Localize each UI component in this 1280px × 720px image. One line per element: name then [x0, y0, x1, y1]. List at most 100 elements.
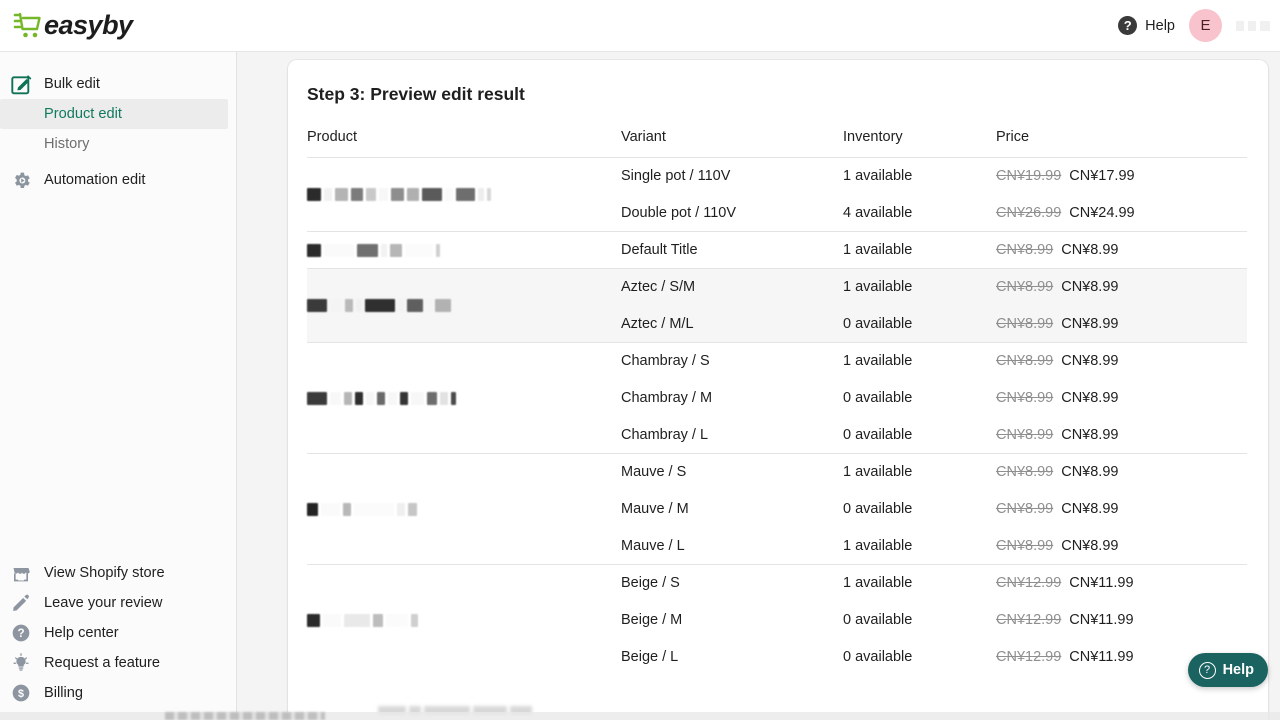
- price-original: CN¥8.99: [996, 279, 1054, 296]
- table-header-row: Product Variant Inventory Price: [307, 129, 1247, 158]
- price-original: CN¥8.99: [996, 464, 1054, 481]
- price-original: CN¥8.99: [996, 537, 1054, 554]
- inventory-cell: 1 available: [843, 231, 996, 269]
- price-original: CN¥12.99: [996, 612, 1062, 628]
- price-cell: CN¥12.99 CN¥11.99: [996, 602, 1247, 639]
- table-row[interactable]: Beige / S1 available CN¥12.99 CN¥11.99: [307, 564, 1247, 676]
- table-row[interactable]: Single pot / 110V 1 available CN¥19.99 CN¥1…: [307, 157, 1247, 232]
- sidebar: Bulk edit Product edit History Automatio…: [0, 52, 237, 720]
- variant-cell: Mauve / M: [621, 501, 689, 517]
- sidebar-item-automation-edit[interactable]: Automation edit: [0, 165, 236, 195]
- inventory-cell: 1 available: [843, 564, 996, 602]
- inventory-cell: 0 available: [843, 390, 913, 406]
- price-updated: CN¥8.99: [1061, 242, 1119, 258]
- column-header-variant: Variant: [621, 129, 666, 145]
- sidebar-item-label: Help center: [44, 625, 119, 641]
- sidebar-item-product-edit[interactable]: Product edit: [0, 99, 228, 129]
- topbar-help-label: Help: [1145, 17, 1175, 34]
- price-cell: CN¥8.99 CN¥8.99: [996, 268, 1247, 306]
- sidebar-item-bulk-edit[interactable]: Bulk edit: [0, 69, 236, 99]
- variant-cell: Mauve / L: [621, 537, 685, 554]
- price-original: CN¥8.99: [996, 390, 1054, 406]
- price-cell: CN¥8.99 CN¥8.99: [996, 342, 1247, 380]
- avatar-initial: E: [1200, 17, 1211, 34]
- inventory-cell: 1 available: [843, 453, 996, 491]
- variant-cell: Beige / L: [621, 649, 679, 665]
- price-cell: CN¥26.99 CN¥24.99: [996, 195, 1247, 232]
- sidebar-item-history[interactable]: History: [0, 129, 236, 159]
- inventory-cell: 1 available: [843, 268, 996, 306]
- topbar-help-button[interactable]: ? Help: [1118, 16, 1175, 35]
- table-header: Product Variant Inventory Price: [307, 129, 1247, 158]
- preview-card: Step 3: Preview edit result Product Vari…: [288, 60, 1268, 720]
- help-widget-label: Help: [1222, 662, 1254, 678]
- preview-table: Product Variant Inventory Price Single p…: [307, 129, 1247, 676]
- variant-cell: Beige / M: [621, 612, 683, 628]
- column-header-product: Product: [307, 129, 357, 145]
- price-original: CN¥8.99: [996, 315, 1054, 332]
- sidebar-item-label: View Shopify store: [44, 565, 165, 581]
- variant-cell: Default Title: [621, 231, 843, 269]
- price-updated: CN¥8.99: [1061, 279, 1119, 296]
- sidebar-item-leave-your-review[interactable]: Leave your review: [0, 588, 237, 618]
- variant-cell: Chambray / L: [621, 426, 709, 443]
- gear-icon: [11, 170, 37, 191]
- price-original: CN¥8.99: [996, 501, 1054, 517]
- redacted-product-name: [307, 502, 621, 516]
- app-root: easyby ? Help E Bulk edit Product edit H…: [0, 0, 1280, 720]
- price-updated: CN¥11.99: [1069, 649, 1134, 665]
- os-taskbar-redacted: [165, 712, 325, 720]
- table-body: Single pot / 110V 1 available CN¥19.99 CN¥1…: [307, 157, 1247, 676]
- table-row[interactable]: Mauve / S1 available CN¥8.99 CN¥8.99: [307, 453, 1247, 565]
- top-bar: easyby ? Help E: [0, 0, 1280, 52]
- price-original: CN¥8.99: [996, 426, 1054, 443]
- question-mark-circle-icon: ?: [1118, 16, 1138, 35]
- pencil-icon: [11, 593, 37, 613]
- edit-square-icon: [11, 74, 37, 95]
- price-original: CN¥8.99: [996, 353, 1054, 370]
- sidebar-item-label: Automation edit: [44, 172, 146, 188]
- sidebar-item-billing[interactable]: $ Billing: [0, 678, 237, 708]
- inventory-cell: 0 available: [843, 501, 913, 517]
- help-widget-button[interactable]: ? Help: [1187, 653, 1268, 687]
- sidebar-item-request-a-feature[interactable]: Request a feature: [0, 648, 237, 678]
- inventory-cell: 0 available: [843, 426, 913, 443]
- sidebar-footer-nav: View Shopify store Leave your review ? H…: [0, 558, 237, 708]
- sidebar-item-help-center[interactable]: ? Help center: [0, 618, 237, 648]
- table-row[interactable]: Aztec / S/M 1 available CN¥8.99 CN¥8.99: [307, 268, 1247, 343]
- variant-cell: Mauve / S: [621, 453, 843, 491]
- inventory-cell: 0 available: [843, 649, 913, 665]
- price-cell: CN¥8.99 CN¥8.99: [996, 453, 1247, 491]
- sidebar-item-label: Request a feature: [44, 655, 161, 671]
- question-mark-circle-icon: ?: [1198, 661, 1216, 679]
- inventory-cell: 4 available: [843, 204, 913, 221]
- price-updated: CN¥8.99: [1061, 464, 1119, 481]
- price-cell: CN¥8.99 CN¥8.99: [996, 305, 1247, 343]
- sidebar-item-label: Billing: [44, 685, 83, 701]
- topbar-overflow-placeholder: [1236, 20, 1270, 31]
- price-original: CN¥8.99: [996, 242, 1054, 258]
- sidebar-primary-nav: Bulk edit Product edit History Automatio…: [0, 52, 236, 195]
- brand-name: easyby: [44, 10, 133, 40]
- svg-text:$: $: [18, 688, 24, 700]
- column-header-inventory: Inventory: [843, 129, 903, 145]
- variant-cell: Beige / S: [621, 564, 843, 602]
- price-updated: CN¥17.99: [1069, 168, 1135, 185]
- table-row[interactable]: Default Title 1 available CN¥8.99 CN¥8.99: [307, 231, 1247, 269]
- avatar[interactable]: E: [1189, 9, 1222, 42]
- inventory-cell: 1 available: [843, 342, 996, 380]
- redacted-product-name: [307, 243, 621, 257]
- product-cell: [307, 268, 621, 343]
- price-updated: CN¥8.99: [1061, 390, 1119, 406]
- product-cell: [307, 453, 621, 565]
- price-cell: CN¥12.99 CN¥11.99: [996, 564, 1247, 602]
- price-cell: CN¥19.99 CN¥17.99: [996, 157, 1247, 195]
- sidebar-item-view-shopify-store[interactable]: View Shopify store: [0, 558, 237, 588]
- price-original: CN¥26.99: [996, 204, 1062, 221]
- brand-logo[interactable]: easyby: [13, 10, 133, 41]
- storefront-icon: [11, 563, 37, 583]
- price-updated: CN¥8.99: [1061, 501, 1119, 517]
- svg-text:?: ?: [17, 627, 24, 640]
- variant-cell: Chambray / S: [621, 342, 843, 380]
- table-row[interactable]: Chambray / S1 available CN¥8.99 CN¥8.99: [307, 342, 1247, 454]
